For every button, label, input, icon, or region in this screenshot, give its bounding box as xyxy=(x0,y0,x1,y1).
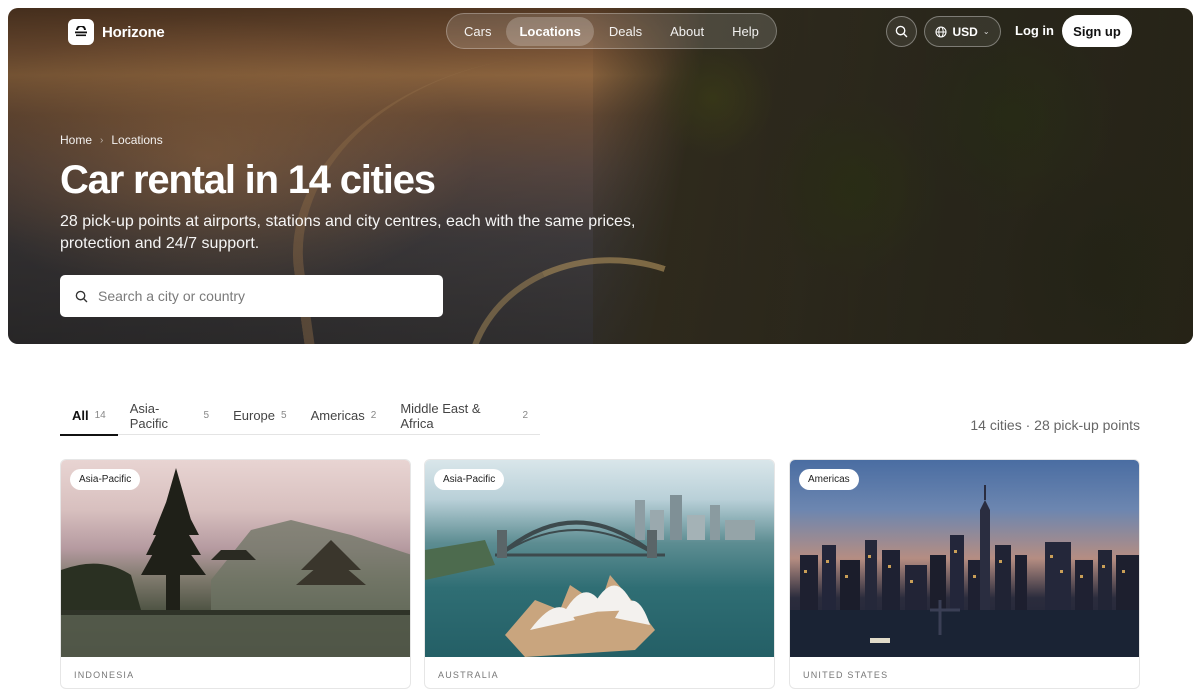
breadcrumb: Home › Locations xyxy=(60,133,163,147)
city-card[interactable]: Americas UNITED STATES xyxy=(789,459,1140,689)
city-search[interactable] xyxy=(60,275,443,317)
chevron-right-icon: › xyxy=(100,134,104,146)
main-nav: Cars Locations Deals About Help xyxy=(446,13,777,49)
city-card[interactable]: Asia-Pacific INDONESIA xyxy=(60,459,411,689)
page-subtitle: 28 pick-up points at airports, stations … xyxy=(60,213,636,252)
tab-americas[interactable]: Americas 2 xyxy=(299,396,389,435)
city-photo: Asia-Pacific xyxy=(425,460,774,657)
nav-locations[interactable]: Locations xyxy=(506,16,594,46)
breadcrumb-locations[interactable]: Locations xyxy=(111,133,162,147)
card-country: UNITED STATES xyxy=(803,670,889,680)
breadcrumb-home[interactable]: Home xyxy=(60,133,92,147)
region-badge: Asia-Pacific xyxy=(434,469,505,490)
search-button[interactable] xyxy=(886,16,917,47)
tab-count: 2 xyxy=(522,410,528,421)
tab-all[interactable]: All 14 xyxy=(60,396,118,436)
tab-count: 14 xyxy=(94,410,106,421)
nav-help[interactable]: Help xyxy=(719,17,772,46)
city-search-input[interactable] xyxy=(98,288,418,304)
nav-cars[interactable]: Cars xyxy=(451,17,504,46)
login-link[interactable]: Log in xyxy=(1015,23,1054,38)
brand-name: Horizone xyxy=(102,23,165,41)
brand-logo[interactable]: Horizone xyxy=(68,19,165,45)
currency-label: USD xyxy=(952,24,978,39)
tab-count: 5 xyxy=(281,410,287,421)
tab-europe[interactable]: Europe 5 xyxy=(221,396,298,435)
page-title: Car rental in 14 cities xyxy=(60,158,436,202)
city-photo: Asia-Pacific xyxy=(61,460,410,657)
stripes-logo-icon xyxy=(68,19,94,45)
results-summary: 14 cities · 28 pick-up points xyxy=(970,417,1140,433)
tab-label: Asia-Pacific xyxy=(129,400,169,431)
tab-label: Europe xyxy=(233,408,276,423)
region-badge: Asia-Pacific xyxy=(70,469,141,490)
tab-count: 2 xyxy=(370,410,377,421)
signup-button[interactable]: Sign up xyxy=(1062,15,1132,47)
tab-label: Americas xyxy=(310,408,365,423)
region-tabs: All 14 Asia-Pacific 5 Europe 5 Americas … xyxy=(60,396,540,436)
tab-label: All xyxy=(72,408,89,423)
nav-about[interactable]: About xyxy=(657,17,717,46)
search-icon xyxy=(895,25,908,38)
city-card[interactable]: Asia-Pacific AUSTRALIA xyxy=(424,459,775,689)
card-country: AUSTRALIA xyxy=(438,670,499,680)
currency-selector[interactable]: USD ⌄ xyxy=(924,16,1001,47)
card-country: INDONESIA xyxy=(74,670,135,680)
tab-asia-pacific[interactable]: Asia-Pacific 5 xyxy=(118,396,221,435)
globe-icon xyxy=(935,25,948,38)
tab-count: 5 xyxy=(203,410,210,421)
city-photo: Americas xyxy=(790,460,1139,657)
region-badge: Americas xyxy=(799,469,859,490)
tab-label: Middle East & Africa xyxy=(400,400,481,431)
nav-deals[interactable]: Deals xyxy=(596,17,655,46)
tab-middle-east-africa[interactable]: Middle East & Africa 2 xyxy=(388,396,540,435)
search-icon xyxy=(75,290,88,302)
chevron-down-icon: ⌄ xyxy=(982,27,990,36)
